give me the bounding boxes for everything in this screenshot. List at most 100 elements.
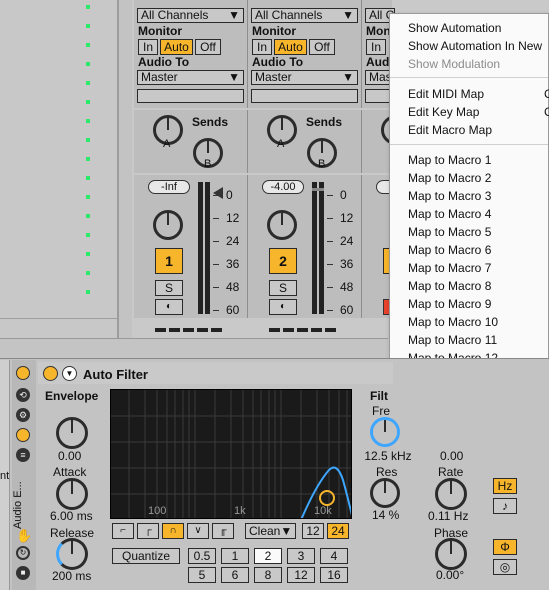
hand-icon[interactable]: ✋ <box>16 528 32 544</box>
quantize-value-row2-2-button[interactable]: 6 <box>221 567 249 583</box>
menu-item-map-to-macro-4[interactable]: Map to Macro 4 <box>408 205 491 223</box>
track-1-fader-triangle-icon[interactable] <box>213 187 223 199</box>
quantize-value-row1-3-button[interactable]: 2 <box>254 548 282 564</box>
menu-item-map-to-macro-7[interactable]: Map to Macro 7 <box>408 259 491 277</box>
macro-toggle-icon[interactable] <box>16 428 30 442</box>
track-1-solo-button[interactable]: S <box>155 280 183 296</box>
menu-item-map-to-macro-5[interactable]: Map to Macro 5 <box>408 223 491 241</box>
filter-type-highpass-button[interactable]: ┌ <box>137 523 159 539</box>
refresh-icon[interactable]: ↻ <box>16 546 30 560</box>
hot-swap-icon[interactable]: ⟲ <box>16 388 30 402</box>
phase-mode-button[interactable]: Φ <box>493 539 517 555</box>
envelope-amount-value[interactable]: 0.00 <box>58 449 81 463</box>
rate-hz-button[interactable]: Hz <box>493 478 517 494</box>
menu-item-edit-macro-map[interactable]: Edit Macro Map <box>408 121 492 139</box>
track-2-monitor-auto-button[interactable]: Auto <box>274 39 307 55</box>
track-1-meter-tick-label: 12 <box>226 211 240 225</box>
menu-item-show-automation-new-lane[interactable]: Show Automation In New <box>408 37 542 55</box>
track-2-pan-knob[interactable] <box>267 210 297 240</box>
freq-label: Fre <box>372 404 390 418</box>
menu-item-map-to-macro-8[interactable]: Map to Macro 8 <box>408 277 491 295</box>
track-2-activator-button[interactable]: 2 <box>269 248 297 274</box>
save-preset-icon[interactable]: ⚙ <box>16 408 30 422</box>
track-1-audio-to-select[interactable]: Master ▼ <box>137 70 244 85</box>
session-scroll-column[interactable] <box>118 0 132 350</box>
filter-response-graph[interactable] <box>110 389 352 519</box>
track-2-input-channel-select[interactable]: All Channels ▼ <box>251 8 358 23</box>
quantize-value-row2-4-button[interactable]: 12 <box>287 567 315 583</box>
filter-type-morph-button[interactable]: ╓ <box>212 523 234 539</box>
disk-icon[interactable]: ■ <box>16 566 30 580</box>
release-knob[interactable] <box>56 538 88 570</box>
track-2-monitor-off-button[interactable]: Off <box>309 39 335 55</box>
rate-value[interactable]: 0.11 Hz <box>428 509 468 523</box>
track-2-fader-position-marker[interactable] <box>312 188 324 191</box>
quantize-value-row1-1-button[interactable]: 0.5 <box>188 548 216 564</box>
slope-24-button[interactable]: 24 <box>327 523 349 539</box>
menu-item-edit-midi-map[interactable]: Edit MIDI Map <box>408 85 484 103</box>
track-1-meter-tick-mark <box>213 264 219 265</box>
phase-value[interactable]: 0.00° <box>436 568 464 582</box>
menu-item-map-to-macro-3[interactable]: Map to Macro 3 <box>408 187 491 205</box>
phase-spin-button[interactable]: ◎ <box>493 559 517 575</box>
list-icon[interactable]: ≡ <box>16 448 30 462</box>
track-1-record-arm-button[interactable]: ◐ <box>155 299 183 315</box>
track-1-monitor-off-button[interactable]: Off <box>195 39 221 55</box>
device-activator-button[interactable] <box>43 366 58 381</box>
menu-item-map-to-macro-9[interactable]: Map to Macro 9 <box>408 295 491 313</box>
track-1-audio-to-value: Master <box>141 70 178 84</box>
track-1-empty-field[interactable] <box>137 89 244 103</box>
menu-item-edit-key-map[interactable]: Edit Key Map <box>408 103 479 121</box>
menu-item-show-automation[interactable]: Show Automation <box>408 19 501 37</box>
quantize-value-row1-4-button[interactable]: 3 <box>287 548 315 564</box>
quantize-value-row1-2-button[interactable]: 1 <box>221 548 249 564</box>
rate-sync-note-button[interactable]: ♪ <box>493 498 517 514</box>
track-1-monitor-in-button[interactable]: In <box>138 39 158 55</box>
attack-knob[interactable] <box>56 478 88 510</box>
device-fold-button[interactable]: ▼ <box>62 366 77 381</box>
device-chain-left-edge-label: nt <box>0 470 10 482</box>
phase-knob[interactable] <box>435 538 467 570</box>
track-2-empty-field[interactable] <box>251 89 358 103</box>
quantize-value-row1-5-button[interactable]: 4 <box>320 548 348 564</box>
filter-type-bandpass-button[interactable]: ∩ <box>162 523 184 539</box>
device-on-toggle[interactable] <box>16 366 30 380</box>
freq-knob[interactable] <box>370 417 400 447</box>
track-1-volume-display[interactable]: -Inf <box>148 180 190 194</box>
track-1-activator-button[interactable]: 1 <box>155 248 183 274</box>
track-1-monitor-auto-button[interactable]: Auto <box>160 39 193 55</box>
circuit-value: Clean <box>249 523 281 538</box>
track-1-input-channel-select[interactable]: All Channels ▼ <box>137 8 244 23</box>
quantize-value-row2-5-button[interactable]: 16 <box>320 567 348 583</box>
track-2-sends-panel <box>248 110 362 173</box>
envelope-amount-knob[interactable] <box>56 417 88 449</box>
track-1-pan-knob[interactable] <box>153 210 183 240</box>
quantize-value-row2-1-button[interactable]: 5 <box>188 567 216 583</box>
track-2-volume-display[interactable]: -4.00 <box>262 180 304 194</box>
filter-type-notch-button[interactable]: ∨ <box>187 523 209 539</box>
release-value[interactable]: 200 ms <box>52 569 91 583</box>
lfo-amount-value[interactable]: 0.00 <box>440 449 463 463</box>
track-1-meter-tick-mark <box>213 287 219 288</box>
track-2-monitor-in-button[interactable]: In <box>252 39 272 55</box>
res-value[interactable]: 14 % <box>372 508 399 522</box>
track-2-record-arm-button[interactable]: ◐ <box>269 299 297 315</box>
menu-item-map-to-macro-1[interactable]: Map to Macro 1 <box>408 151 491 169</box>
menu-item-map-to-macro-6[interactable]: Map to Macro 6 <box>408 241 491 259</box>
slope-12-button[interactable]: 12 <box>302 523 324 539</box>
filter-type-lowpass-button[interactable]: ⌐ <box>112 523 134 539</box>
chevron-down-icon: ▼ <box>342 70 354 84</box>
menu-item-map-to-macro-11[interactable]: Map to Macro 11 <box>408 331 497 349</box>
menu-item-map-to-macro-2[interactable]: Map to Macro 2 <box>408 169 491 187</box>
track-2-audio-to-select[interactable]: Master ▼ <box>251 70 358 85</box>
track-2-solo-button[interactable]: S <box>269 280 297 296</box>
rate-knob[interactable] <box>435 478 467 510</box>
circuit-select[interactable]: Clean ▼ <box>245 523 296 539</box>
freq-value[interactable]: 12.5 kHz <box>358 449 418 463</box>
quantize-button[interactable]: Quantize <box>112 548 180 564</box>
track-3-monitor-in-button[interactable]: In <box>366 39 386 55</box>
quantize-value-row2-3-button[interactable]: 8 <box>254 567 282 583</box>
attack-value[interactable]: 6.00 ms <box>50 509 93 523</box>
res-knob[interactable] <box>370 478 400 508</box>
menu-item-map-to-macro-10[interactable]: Map to Macro 10 <box>408 313 498 331</box>
